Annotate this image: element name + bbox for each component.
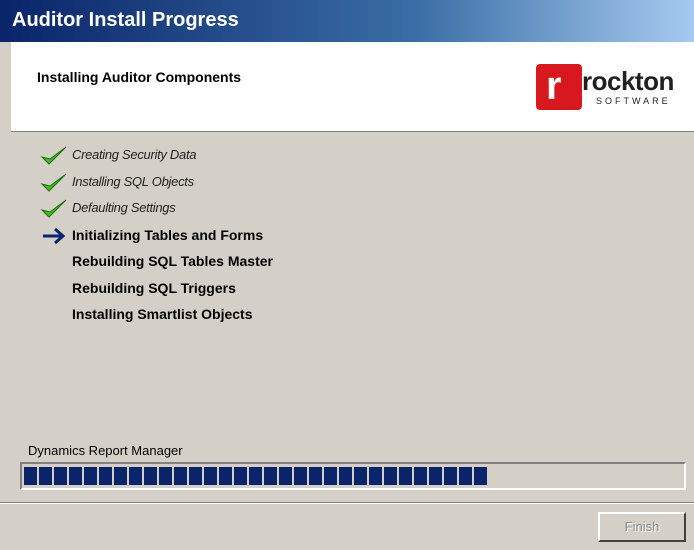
progress-block — [309, 467, 322, 485]
step-label: Rebuilding SQL Triggers — [72, 279, 236, 296]
progress-block — [204, 467, 217, 485]
step-label: Rebuilding SQL Tables Master — [72, 253, 273, 269]
progress-block — [294, 467, 307, 485]
step-label: Installing SQL Objects — [72, 173, 194, 189]
progress-block — [264, 467, 277, 485]
progress-block — [99, 467, 112, 485]
check-icon — [40, 145, 68, 167]
step-label: Defaulting Settings — [72, 200, 176, 215]
step-item: Defaulting Settings — [40, 198, 440, 220]
progress-block — [429, 467, 442, 485]
check-icon — [40, 198, 68, 220]
step-icon-placeholder — [40, 304, 68, 326]
progress-block — [129, 467, 142, 485]
progress-block — [189, 467, 202, 485]
progress-block — [324, 467, 337, 485]
window-title: Auditor Install Progress — [12, 9, 239, 31]
step-item: Installing SQL Objects — [40, 172, 440, 194]
arrow-right-icon — [40, 225, 68, 247]
progress-block — [414, 467, 427, 485]
progress-block — [159, 467, 172, 485]
step-item: Rebuilding SQL Triggers — [40, 278, 440, 300]
progress-block — [354, 467, 367, 485]
progress-label: Dynamics Report Manager — [28, 443, 183, 458]
progress-block — [84, 467, 97, 485]
step-icon-placeholder — [40, 278, 68, 300]
step-label: Installing Smartlist Objects — [72, 306, 253, 322]
header-heading: Installing Auditor Components — [37, 69, 242, 85]
progress-bar — [20, 462, 686, 490]
progress-fill — [24, 467, 487, 485]
logo-mark-letter: r — [546, 64, 562, 108]
step-item: Rebuilding SQL Tables Master — [40, 251, 440, 273]
progress-block — [444, 467, 457, 485]
progress-block — [54, 467, 67, 485]
step-icon-placeholder — [40, 251, 68, 273]
finish-button[interactable]: Finish — [598, 512, 686, 542]
progress-block — [174, 467, 187, 485]
progress-block — [39, 467, 52, 485]
progress-block — [279, 467, 292, 485]
progress-block — [144, 467, 157, 485]
progress-block — [234, 467, 247, 485]
step-item: Creating Security Data — [40, 145, 440, 167]
progress-block — [369, 467, 382, 485]
step-item: Installing Smartlist Objects — [40, 304, 440, 326]
progress-block — [69, 467, 82, 485]
progress-block — [384, 467, 397, 485]
progress-block — [249, 467, 262, 485]
logo-mark: r — [536, 64, 582, 110]
progress-block — [24, 467, 37, 485]
step-label: Creating Security Data — [72, 147, 197, 162]
progress-block — [339, 467, 352, 485]
logo-name: rockton — [582, 66, 674, 96]
step-label: Initializing Tables and Forms — [72, 226, 264, 243]
logo-subtitle: SOFTWARE — [596, 96, 671, 106]
progress-block — [399, 467, 412, 485]
header-left-border — [0, 42, 11, 132]
header-panel: Installing Auditor Components r rockton … — [11, 42, 694, 132]
progress-block — [114, 467, 127, 485]
progress-block — [219, 467, 232, 485]
rockton-logo: r rockton SOFTWARE — [536, 64, 686, 110]
check-icon — [40, 172, 68, 194]
progress-block — [459, 467, 472, 485]
title-bar: Auditor Install Progress — [0, 0, 694, 42]
progress-block — [474, 467, 487, 485]
footer-divider — [0, 502, 694, 504]
step-item: Initializing Tables and Forms — [40, 225, 440, 247]
